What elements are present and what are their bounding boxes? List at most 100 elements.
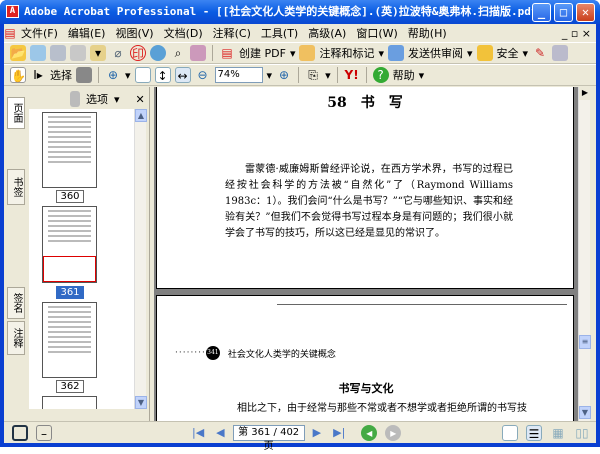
page-header: 58 书 写 [327, 95, 403, 111]
menu-help[interactable]: 帮助(H) [403, 25, 452, 41]
print-icon[interactable] [70, 45, 86, 61]
app-window: A Adobe Acrobat Professional - [[社会文化人类学… [0, 0, 600, 452]
organizer-icon[interactable] [30, 45, 46, 61]
menu-edit[interactable]: 编辑(E) [63, 25, 111, 41]
tasks-icon[interactable]: ▾ [90, 45, 106, 61]
doc-minimize-button[interactable]: _ ▫ × [557, 27, 596, 40]
thumbnail[interactable] [42, 302, 97, 378]
send-review-button[interactable]: 发送供审阅 [408, 45, 463, 61]
help-icon: ? [372, 67, 389, 83]
next-page-icon[interactable]: ▶ [313, 426, 321, 439]
zoom-in-tool-icon[interactable]: ⊕ [105, 67, 121, 83]
menu-document[interactable]: 文档(D) [159, 25, 208, 41]
facing-icon[interactable]: ▯▯ [574, 425, 590, 441]
comment-icon [299, 45, 316, 61]
page-number-input[interactable]: 第 361 / 402 页 [232, 424, 305, 452]
single-page-icon[interactable] [502, 424, 518, 441]
maximize-button[interactable]: □ [554, 3, 573, 22]
thumbnail-scrollbar[interactable]: ▲ ▼ [134, 109, 147, 409]
lock-icon [476, 45, 493, 61]
thumbnail[interactable] [42, 396, 97, 409]
pdf-page: ········ 341 社会文化人类学的关键概念 书写与文化 相比之下，由于经… [156, 295, 574, 421]
menu-bar: ▤ 文件(F) 编辑(E) 视图(V) 文档(D) 注释(C) 工具(T) 高级… [4, 24, 596, 42]
scroll-up-arrow[interactable]: ▲ [135, 109, 147, 122]
client-area: ▤ 文件(F) 编辑(E) 视图(V) 文档(D) 注释(C) 工具(T) 高级… [4, 24, 596, 452]
menu-comments[interactable]: 注释(C) [208, 25, 256, 41]
body-line: 相比之下，由于经常与那些不常或者不想学或者拒绝所谓的书写技 [237, 403, 527, 414]
continuous-facing-icon[interactable]: ▦ [550, 425, 566, 441]
collapse-icon[interactable]: – [36, 424, 52, 441]
actual-size-icon[interactable] [134, 67, 151, 83]
separator [212, 45, 213, 61]
close-panel-icon[interactable]: ✕ [136, 93, 145, 106]
tab-comments[interactable]: 注释 [7, 321, 25, 355]
go-back-icon[interactable]: ◂ [361, 424, 378, 441]
tab-signatures[interactable]: 签名 [7, 287, 25, 319]
panel-toggle-icon[interactable] [12, 424, 28, 441]
zoom-out-icon[interactable]: ⊖ [195, 67, 211, 83]
separator [98, 67, 99, 83]
nav-tabs: 页面 书签 签名 注释 [6, 87, 26, 421]
document-scrollbar[interactable]: ▶ ≡ ▼ [578, 87, 591, 421]
trash-icon[interactable] [70, 91, 80, 107]
thumbnail[interactable] [42, 112, 97, 188]
close-button[interactable]: ✕ [576, 3, 595, 22]
find-icon[interactable]: ⌕ [170, 45, 186, 61]
scroll-right-arrow[interactable]: ▶ [579, 87, 591, 100]
minimize-button[interactable]: _ [532, 3, 551, 22]
section-heading: 书写与文化 [338, 382, 394, 395]
tab-pages[interactable]: 页面 [7, 97, 25, 129]
menu-file[interactable]: 文件(F) [16, 25, 63, 41]
previous-page-icon[interactable]: ◀ [216, 426, 224, 439]
header-rule [277, 304, 567, 305]
menu-window[interactable]: 窗口(W) [351, 25, 402, 41]
page-number-label: 362 [56, 380, 84, 393]
navigation-panel: 页面 书签 签名 注释 选项 ▾ ✕ 360 361 362 ▲ ▼ [4, 87, 150, 421]
rotate-view-icon[interactable]: ⎘ [305, 67, 321, 83]
go-forward-icon[interactable]: ▸ [385, 424, 402, 441]
page-number-label-selected: 361 [56, 286, 84, 299]
hand-tool-icon[interactable]: ✋ [10, 67, 26, 83]
basic-toolbar: ✋ I▸ 选择 ⊕ ▾ ↕ ↔ ⊖ 74% ▾ ⊕ ⎘ ▾ Y! ? 帮助 ▾ [4, 64, 596, 86]
fit-width-icon[interactable]: ↔ [174, 67, 191, 83]
tab-bookmarks[interactable]: 书签 [7, 169, 25, 205]
create-pdf-icon: ▤ [221, 46, 233, 60]
save-icon[interactable] [50, 45, 66, 61]
create-pdf-button[interactable]: 创建 PDF [239, 45, 286, 61]
snapshot-icon[interactable] [76, 67, 92, 83]
scroll-down-arrow[interactable]: ▼ [579, 406, 591, 419]
title-bar: A Adobe Acrobat Professional - [[社会文化人类学… [0, 0, 600, 24]
zoom-dropdown[interactable]: ▾ [267, 69, 273, 82]
scroll-thumb[interactable]: ≡ [579, 335, 591, 349]
comment-markup-button[interactable]: 注释和标记 [319, 45, 374, 61]
select-tool-button[interactable]: 选择 [50, 67, 72, 83]
view-region-box[interactable] [43, 256, 96, 282]
scroll-down-arrow[interactable]: ▼ [135, 396, 147, 409]
menu-advanced[interactable]: 高级(A) [303, 25, 351, 41]
zoom-in-icon[interactable]: ⊕ [276, 67, 292, 83]
zoom-input[interactable]: 74% [214, 67, 263, 83]
separator [336, 67, 338, 83]
window-title: Adobe Acrobat Professional - [[社会文化人类学的关… [24, 5, 545, 18]
options-menu[interactable]: 选项 [86, 91, 108, 107]
body-paragraph: 雷蒙德·威廉姆斯曾经评论说，在西方学术界，书写的过程已经按社会科学的方法被“自然… [225, 164, 513, 239]
menu-view[interactable]: 视图(V) [110, 25, 158, 41]
sign-pen-icon[interactable]: ✎ [532, 45, 548, 61]
security-button[interactable]: 安全 [497, 45, 519, 61]
email-icon[interactable] [150, 45, 166, 61]
yahoo-icon[interactable]: Y! [344, 67, 360, 83]
separator [365, 67, 367, 83]
fit-page-icon[interactable]: ↕ [154, 67, 171, 83]
help-button[interactable]: 帮助 [393, 67, 415, 83]
attach-icon[interactable]: ⌀ [110, 45, 126, 61]
menu-tools[interactable]: 工具(T) [256, 25, 303, 41]
first-page-icon[interactable]: |◀ [192, 426, 204, 439]
last-page-icon[interactable]: ▶| [333, 426, 345, 439]
continuous-icon[interactable]: ☰ [526, 424, 542, 441]
forms-icon[interactable] [552, 45, 569, 61]
thumbnail-selected[interactable] [42, 206, 97, 283]
open-icon[interactable]: 📂 [10, 45, 26, 61]
stamp-icon[interactable]: 印 [130, 45, 146, 61]
catalog-icon[interactable] [190, 45, 206, 61]
acrobat-icon: A [6, 5, 19, 18]
